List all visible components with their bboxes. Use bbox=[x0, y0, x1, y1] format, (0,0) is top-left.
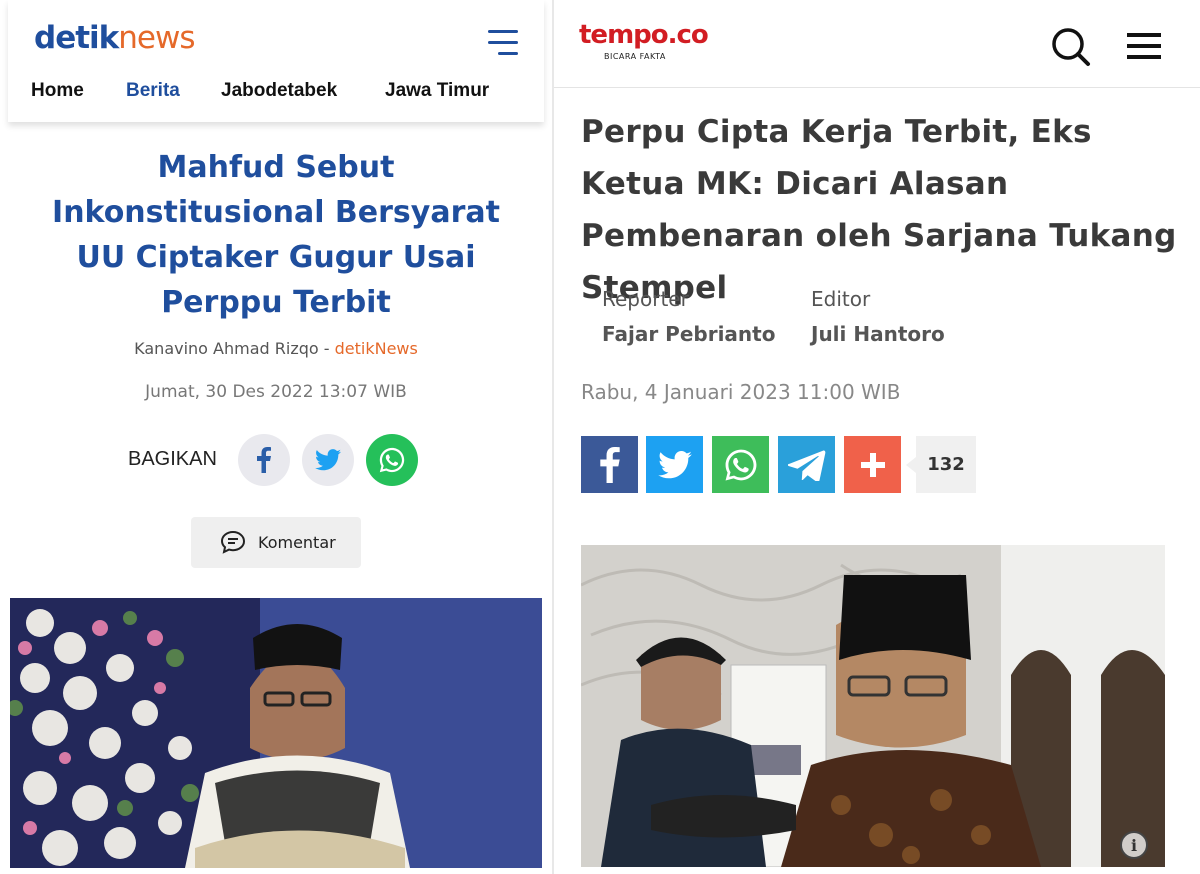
nav-item-jabodetabek[interactable]: Jabodetabek bbox=[221, 80, 337, 102]
detik-logo-main: detik bbox=[34, 20, 119, 56]
article-title: Perpu Cipta Kerja Terbit, Eks Ketua MK: … bbox=[581, 114, 1177, 306]
reporter-label: Reporter bbox=[602, 287, 689, 311]
photo-illustration bbox=[581, 545, 1165, 867]
facebook-share-button[interactable] bbox=[581, 436, 638, 493]
editor-label: Editor bbox=[811, 287, 871, 311]
comment-label: Komentar bbox=[258, 533, 336, 552]
detik-header: detiknews Home Berita Jabodetabek Jawa T… bbox=[8, 0, 544, 122]
share-label: BAGIKAN bbox=[128, 448, 217, 470]
article-photo[interactable]: i bbox=[581, 545, 1165, 867]
publish-date: Jumat, 30 Des 2022 13:07 WIB bbox=[145, 382, 407, 402]
nav-item-jawa-timur[interactable]: Jawa Timur bbox=[385, 80, 489, 102]
source-name[interactable]: detikNews bbox=[335, 339, 418, 358]
tempo-logo[interactable]: tempo.co bbox=[579, 20, 709, 50]
detik-logo[interactable]: detiknews bbox=[34, 20, 196, 56]
detik-logo-accent: news bbox=[118, 20, 195, 56]
header-divider bbox=[554, 87, 1200, 88]
byline: Kanavino Ahmad Rizqo - detikNews bbox=[0, 339, 552, 358]
byline-separator: - bbox=[318, 339, 335, 358]
whatsapp-icon bbox=[379, 447, 405, 473]
facebook-share-button[interactable] bbox=[238, 434, 290, 486]
editor-name[interactable]: Juli Hantoro bbox=[811, 322, 945, 346]
author-name[interactable]: Kanavino Ahmad Rizqo bbox=[134, 339, 319, 358]
whatsapp-share-button[interactable] bbox=[366, 434, 418, 486]
twitter-share-button[interactable] bbox=[302, 434, 354, 486]
comment-icon bbox=[220, 530, 246, 554]
reporter-name[interactable]: Fajar Pebrianto bbox=[602, 322, 775, 346]
comment-button[interactable]: Komentar bbox=[191, 517, 361, 568]
more-share-button[interactable] bbox=[844, 436, 901, 493]
search-icon bbox=[1052, 28, 1090, 66]
photo-illustration bbox=[10, 598, 542, 868]
article-title: Mahfud Sebut Inkonstitusional Bersyarat … bbox=[52, 150, 500, 320]
tempo-panel: tempo.co BICARA FAKTA Perpu Cipta Kerja … bbox=[554, 0, 1200, 874]
plus-icon bbox=[860, 452, 885, 477]
whatsapp-icon bbox=[725, 449, 756, 480]
nav-item-home[interactable]: Home bbox=[31, 80, 84, 102]
menu-icon[interactable] bbox=[488, 30, 520, 56]
twitter-icon bbox=[657, 450, 692, 478]
facebook-icon bbox=[257, 447, 271, 473]
menu-icon[interactable] bbox=[1127, 33, 1161, 59]
info-icon[interactable]: i bbox=[1120, 831, 1148, 859]
twitter-share-button[interactable] bbox=[646, 436, 703, 493]
telegram-share-button[interactable] bbox=[778, 436, 835, 493]
whatsapp-share-button[interactable] bbox=[712, 436, 769, 493]
twitter-icon bbox=[315, 449, 341, 471]
share-count-pointer bbox=[906, 457, 916, 473]
detik-panel: detiknews Home Berita Jabodetabek Jawa T… bbox=[0, 0, 552, 874]
telegram-icon bbox=[787, 450, 825, 481]
article-photo[interactable] bbox=[10, 598, 542, 868]
nav-item-berita[interactable]: Berita bbox=[126, 80, 180, 102]
search-button[interactable] bbox=[1051, 27, 1091, 72]
facebook-icon bbox=[599, 446, 620, 483]
tempo-tagline: BICARA FAKTA bbox=[604, 52, 666, 61]
share-count: 132 bbox=[916, 436, 976, 493]
publish-date: Rabu, 4 Januari 2023 11:00 WIB bbox=[581, 380, 901, 404]
